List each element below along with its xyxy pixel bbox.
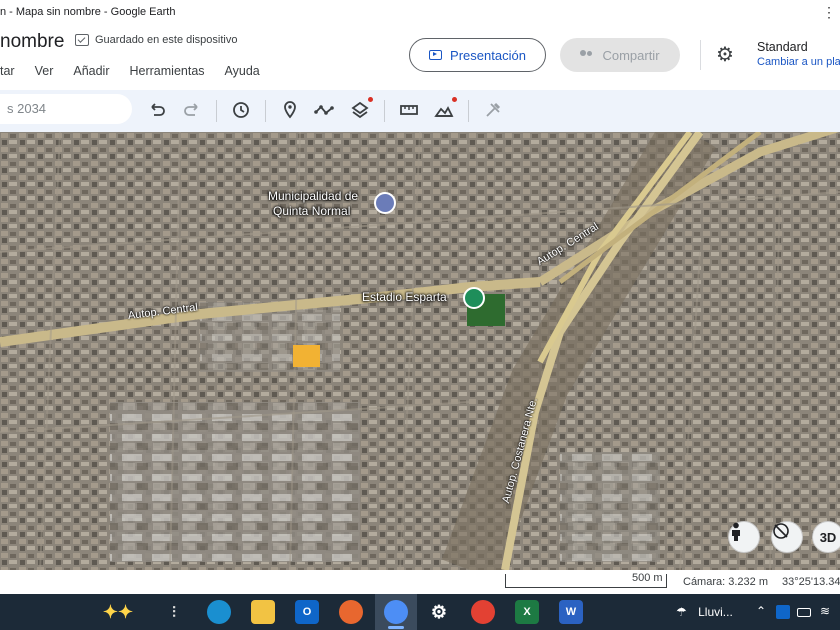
layers-notification-dot: [368, 97, 373, 102]
elevation-notification-dot: [452, 97, 457, 102]
settings-icon[interactable]: ⚙: [427, 600, 451, 624]
toolbar-divider: [265, 100, 266, 122]
camera-altitude: Cámara: 3.232 m: [683, 576, 768, 588]
excel-icon[interactable]: X: [515, 600, 539, 624]
menu-edit[interactable]: tar: [0, 64, 25, 78]
toolbar-divider: [216, 100, 217, 122]
status-bar: 500 m Cámara: 3.232 m 33°25'13.34: [0, 570, 840, 594]
window-titlebar: n - Mapa sin nombre - Google Earth ⋮: [0, 0, 840, 24]
share-button[interactable]: Compartir: [560, 38, 680, 72]
windows-taskbar: ✦✦ ⫶ O ⚙ X W ☂ Lluvi... ⌃ ≋: [0, 594, 840, 630]
toolbar: s 2034: [0, 90, 840, 132]
task-view-icon[interactable]: ⫶: [162, 600, 186, 624]
window-title: n - Mapa sin nombre - Google Earth: [0, 6, 176, 18]
wifi-icon[interactable]: ≋: [820, 604, 830, 618]
presentation-button[interactable]: Presentación: [409, 38, 546, 72]
google-earth-window: n - Mapa sin nombre - Google Earth ⋮ nom…: [0, 0, 840, 630]
tray-expand-icon[interactable]: ⌃: [756, 604, 766, 618]
chrome-icon[interactable]: [471, 600, 495, 624]
menu-add[interactable]: Añadir: [73, 64, 119, 78]
map-style-switcher[interactable]: Standard Cambiar a un pla: [757, 40, 840, 68]
ruler-icon[interactable]: [398, 99, 420, 121]
view-3d-button[interactable]: 3D: [812, 521, 840, 553]
coordinates-readout: 33°25'13.34: [782, 576, 840, 588]
pegman-icon[interactable]: [728, 521, 760, 553]
presentation-icon: [429, 50, 443, 60]
outlook-icon[interactable]: O: [295, 600, 319, 624]
search-input[interactable]: s 2034: [0, 94, 132, 124]
document-title[interactable]: nombre: [0, 31, 64, 53]
weather-widget[interactable]: ☂ Lluvi...: [676, 605, 733, 619]
municipality-pin-icon[interactable]: [374, 192, 396, 214]
google-earth-icon[interactable]: [384, 600, 408, 624]
tray-outlook-icon[interactable]: [776, 605, 790, 619]
presentation-label: Presentación: [450, 47, 526, 63]
compass-icon[interactable]: [771, 521, 803, 553]
battery-icon[interactable]: [797, 608, 811, 617]
menu-help[interactable]: Ayuda: [225, 64, 270, 78]
saved-check-icon: [75, 34, 89, 46]
menu-view[interactable]: Ver: [35, 64, 64, 78]
menu-bar: tar Ver Añadir Herramientas Ayuda: [0, 64, 280, 78]
header-divider: [700, 40, 701, 70]
save-status-label: Guardado en este dispositivo: [95, 34, 238, 46]
stadium-label[interactable]: Estadio Esparta: [362, 290, 447, 304]
history-icon[interactable]: [230, 99, 252, 121]
satellite-map[interactable]: Municipalidad de Quinta Normal Estadio E…: [0, 132, 840, 570]
stadium-pin-icon[interactable]: [463, 287, 485, 309]
weather-label: Lluvi...: [698, 605, 733, 619]
map-style-title: Standard: [757, 40, 808, 54]
path-icon[interactable]: [313, 99, 335, 121]
app-header: nombre Guardado en este dispositivo tar …: [0, 24, 840, 90]
gear-icon[interactable]: ⚙: [714, 44, 736, 66]
copilot-icon[interactable]: ✦✦: [92, 600, 144, 624]
placemark-icon[interactable]: [279, 99, 301, 121]
toolbar-divider: [468, 100, 469, 122]
share-label: Compartir: [602, 47, 660, 63]
word-icon[interactable]: W: [559, 600, 583, 624]
save-status: Guardado en este dispositivo: [75, 34, 237, 46]
elevation-icon[interactable]: [433, 97, 457, 121]
scale-label: 500 m: [632, 572, 663, 584]
toolbar-divider: [384, 100, 385, 122]
municipality-label-line2[interactable]: Quinta Normal: [273, 204, 350, 218]
redo-icon[interactable]: [181, 99, 203, 121]
edge-icon[interactable]: [207, 600, 231, 624]
people-icon: [580, 50, 594, 60]
menu-tools[interactable]: Herramientas: [130, 64, 215, 78]
undo-icon[interactable]: [146, 99, 168, 121]
municipality-label-line1[interactable]: Municipalidad de: [268, 189, 358, 203]
layers-icon[interactable]: [349, 97, 373, 121]
firefox-icon[interactable]: [339, 600, 363, 624]
rain-umbrella-icon: ☂: [676, 605, 687, 619]
map-style-link[interactable]: Cambiar a un pla: [757, 56, 840, 68]
tools-icon[interactable]: [482, 99, 504, 121]
more-options-icon[interactable]: ⋮: [822, 0, 836, 24]
map-imagery: [0, 132, 840, 570]
file-explorer-icon[interactable]: [251, 600, 275, 624]
